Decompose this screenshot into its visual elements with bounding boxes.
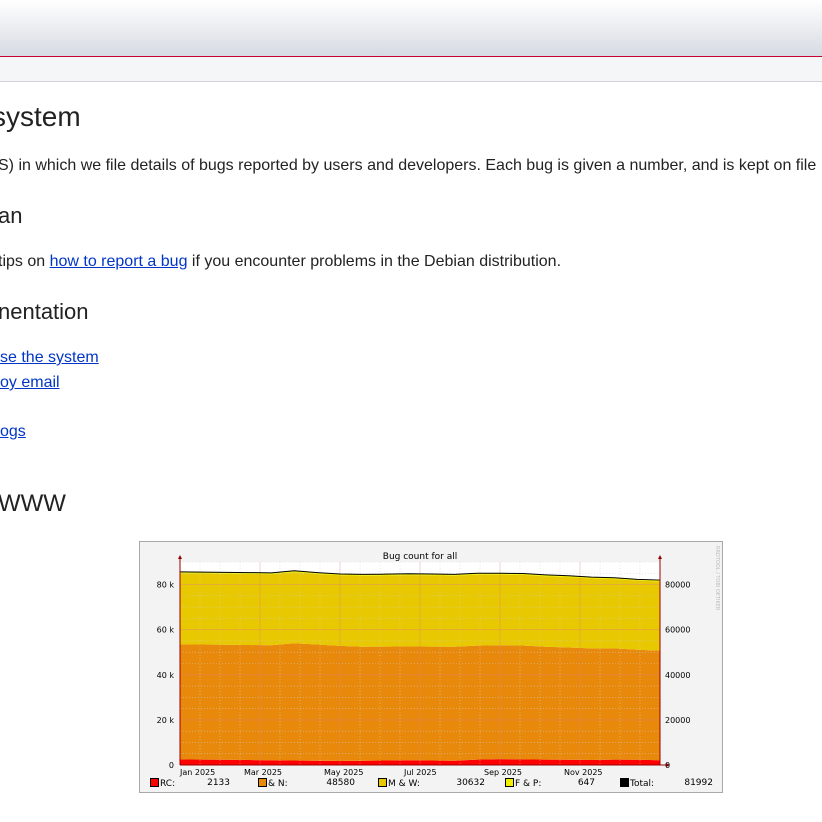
chart-title: Bug count for all — [383, 552, 457, 562]
legend-label: F & P: — [515, 779, 542, 789]
how-to-report-bug-link[interactable]: how to report a bug — [50, 253, 188, 270]
y-tick-right: 20000 — [665, 716, 690, 725]
legend-value: 30632 — [456, 778, 485, 788]
report-paragraph: tips on how to report a bug if you encou… — [0, 253, 561, 271]
legend-swatch — [150, 778, 159, 787]
y-tick-left: 20 k — [157, 716, 175, 725]
legend-swatch — [505, 778, 514, 787]
legend-label: M & W: — [388, 779, 420, 789]
y-tick-left: 80 k — [157, 581, 175, 590]
y-tick-left: 0 — [169, 761, 174, 770]
x-tick-label: Nov 2025 — [564, 768, 603, 777]
x-tick-label: Mar 2025 — [244, 768, 282, 777]
legend-swatch — [378, 778, 387, 787]
y-tick-left: 60 k — [157, 626, 175, 635]
legend-label: RC: — [160, 779, 176, 789]
legend-value: 81992 — [684, 778, 713, 788]
doc-link-bugs[interactable]: ogs — [0, 423, 26, 441]
y-tick-right: 0 — [665, 761, 670, 770]
x-tick-label: Jul 2025 — [403, 768, 437, 777]
x-tick-label: Sep 2025 — [484, 768, 522, 777]
legend-item: M & W: — [378, 778, 420, 789]
legend-item: & N: — [258, 778, 288, 789]
chart-watermark: RRDTOOL / TOBI OETIKER — [714, 546, 720, 611]
legend-swatch — [258, 778, 267, 787]
doc-link-use-system[interactable]: se the system — [0, 349, 99, 367]
y-tick-right: 60000 — [665, 626, 690, 635]
legend-item: F & P: — [505, 778, 541, 789]
section-heading-report: an — [0, 203, 23, 228]
legend-label: & N: — [268, 779, 288, 789]
y-axis-right-arrow — [658, 555, 662, 559]
legend-swatch — [620, 778, 629, 787]
y-tick-right: 40000 — [665, 671, 690, 680]
y-axis-left-arrow — [178, 555, 182, 559]
legend-value: 647 — [577, 778, 595, 788]
intro-paragraph: S) in which we file details of bugs repo… — [0, 157, 817, 174]
site-subnav-bar — [0, 57, 822, 82]
chart-legend: RC: 2133 & N: 48580 M & W: 30632 F & P: 647 Tota… — [150, 778, 720, 790]
main-content: system S) in which we file details of bu… — [0, 81, 822, 822]
doc-link-by-email[interactable]: oy email — [0, 374, 60, 392]
y-tick-right: 80000 — [665, 581, 690, 590]
x-tick-label: Jan 2025 — [179, 768, 215, 777]
y-tick-left: 40 k — [157, 671, 175, 680]
bug-count-chart: Bug count for all RRDTOOL / TOBI OETIKER 0… — [139, 541, 723, 793]
section-heading-www: WWW — [0, 490, 66, 517]
x-tick-label: May 2025 — [324, 768, 363, 777]
report-prefix: tips on — [0, 253, 50, 270]
bug-count-chart-svg: Bug count for all RRDTOOL / TOBI OETIKER 0… — [157, 546, 720, 777]
legend-value: 48580 — [326, 778, 355, 788]
legend-item: Total: — [620, 778, 654, 789]
section-heading-documentation: nentation — [0, 299, 89, 324]
site-header-bar — [0, 0, 822, 57]
page-title: system — [0, 101, 81, 132]
legend-label: Total: — [630, 779, 655, 789]
legend-item: RC: — [150, 778, 175, 789]
legend-value: 2133 — [207, 778, 230, 788]
report-suffix: if you encounter problems in the Debian … — [187, 253, 562, 270]
